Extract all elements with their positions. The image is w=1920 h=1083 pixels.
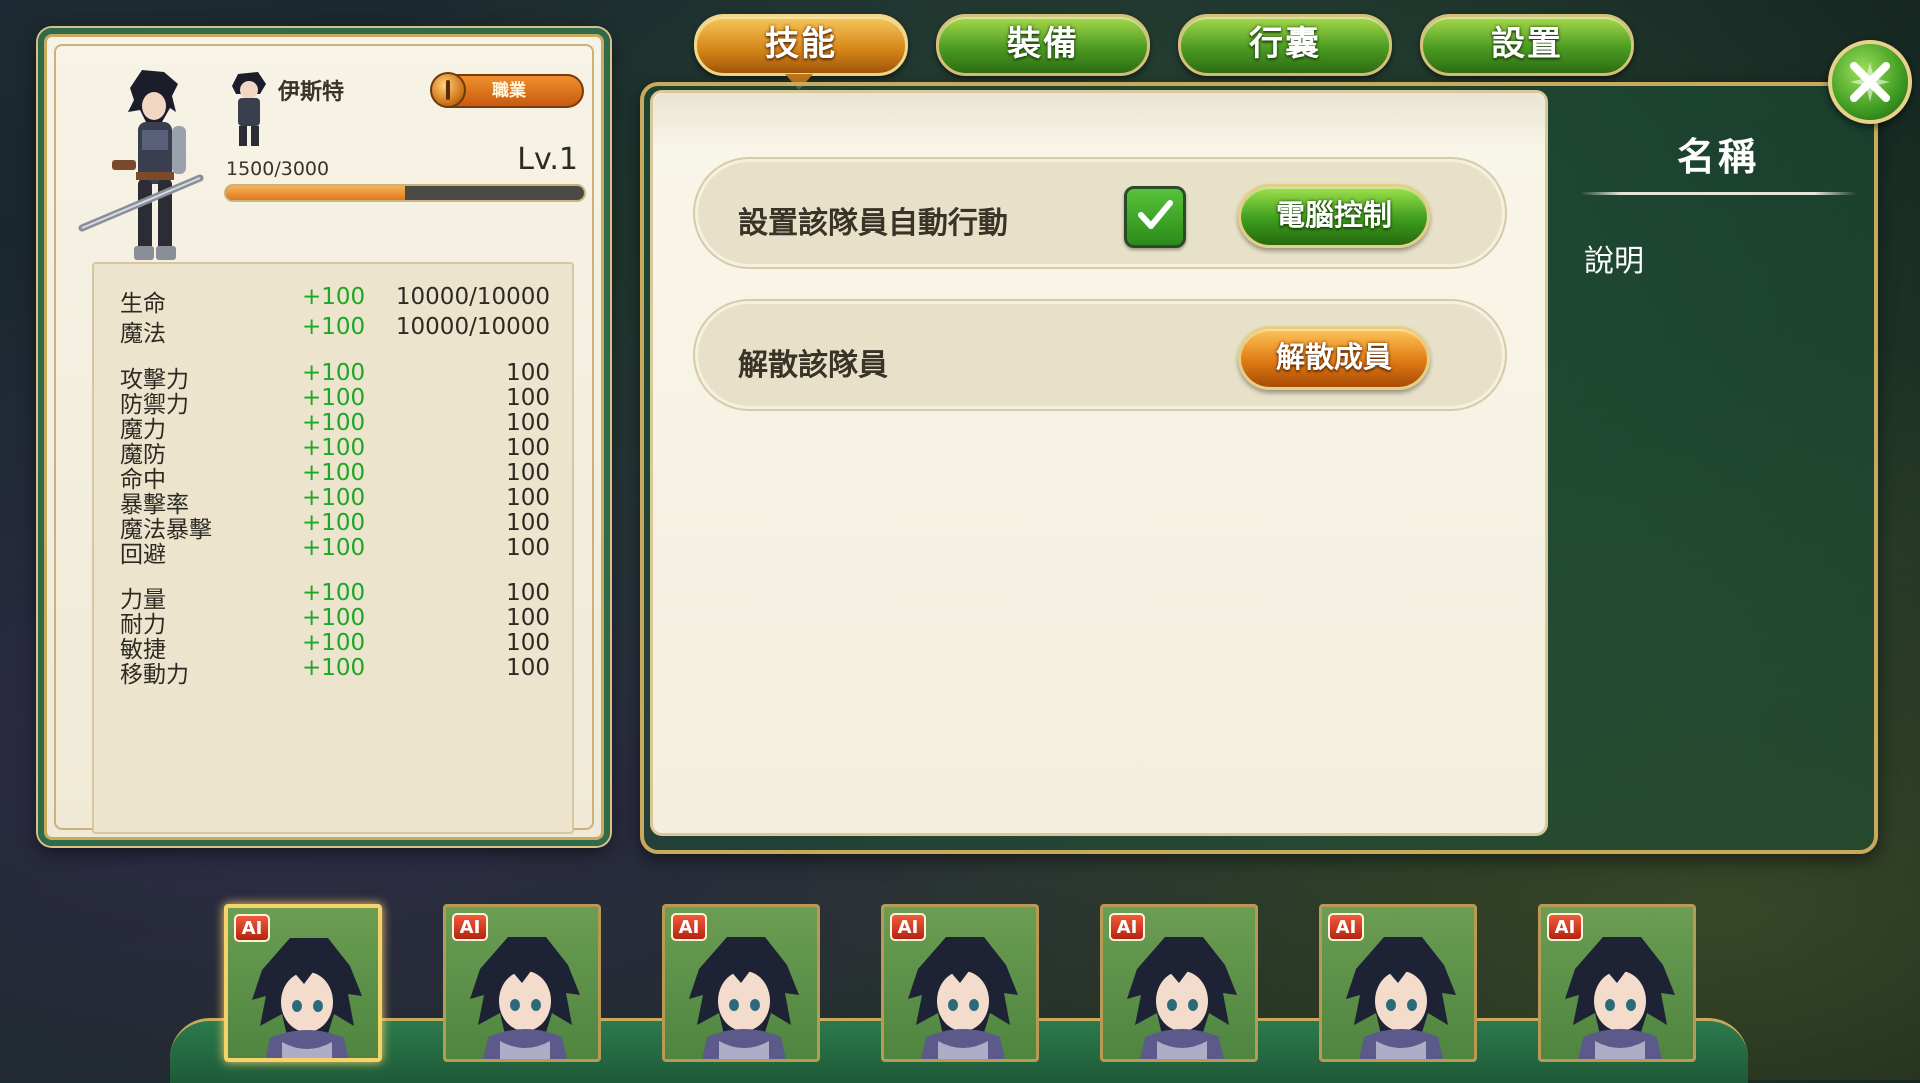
- member-portrait: [470, 937, 580, 1059]
- party-member-slot[interactable]: AI: [881, 904, 1039, 1062]
- stat-bonus: +100: [302, 360, 366, 386]
- character-mini-sprite: [232, 72, 266, 146]
- auto-action-label: 設置該隊員自動行動: [738, 206, 1008, 241]
- close-icon: [1850, 62, 1890, 102]
- character-sprite: [78, 70, 204, 260]
- stat-bonus: +100: [302, 485, 366, 511]
- stat-value: 100: [506, 410, 550, 436]
- party-member-slot[interactable]: AI: [662, 904, 820, 1062]
- stat-bonus: +100: [302, 535, 366, 561]
- sword-icon: [430, 72, 466, 108]
- stat-bonus: +100: [302, 605, 366, 631]
- info-title: 名稱: [1676, 135, 1759, 179]
- party-member-slot[interactable]: AI: [224, 904, 382, 1062]
- stat-value: 100: [506, 385, 550, 411]
- party-member-slot[interactable]: AI: [443, 904, 601, 1062]
- stat-bonus: +100: [302, 655, 366, 681]
- ai-badge: AI: [1328, 913, 1364, 941]
- member-portrait: [1127, 937, 1237, 1059]
- stat-bonus: +100: [302, 460, 366, 486]
- ai-badge: AI: [1547, 913, 1583, 941]
- stat-bonus: +100: [302, 385, 366, 411]
- stat-label: 回避: [120, 542, 166, 568]
- stat-value: 100: [506, 605, 550, 631]
- stat-label: 移動力: [120, 662, 189, 688]
- party-member-slot[interactable]: AI: [1538, 904, 1696, 1062]
- exp-text: 1500/3000: [226, 158, 330, 180]
- stat-bonus: +100: [302, 314, 366, 340]
- ai-badge: AI: [452, 913, 488, 941]
- stat-row: 生命 +100 10000/10000: [120, 284, 550, 317]
- stat-value: 100: [506, 510, 550, 536]
- member-portrait: [689, 937, 799, 1059]
- tab-equipment[interactable]: 裝備: [936, 14, 1150, 76]
- ai-badge: AI: [1109, 913, 1145, 941]
- member-portrait: [908, 937, 1018, 1059]
- stat-bonus: +100: [302, 630, 366, 656]
- stat-row: 移動力 +100 100: [120, 655, 550, 688]
- stat-value: 10000/10000: [395, 314, 550, 340]
- exp-bar: [224, 184, 586, 202]
- tab-settings[interactable]: 設置: [1420, 14, 1634, 76]
- stat-value: 100: [506, 655, 550, 681]
- stat-bonus: +100: [302, 410, 366, 436]
- stat-value: 100: [506, 460, 550, 486]
- stat-value: 100: [506, 630, 550, 656]
- member-portrait: [1346, 937, 1456, 1059]
- level-text: Lv.1: [517, 142, 578, 177]
- stat-value: 100: [506, 435, 550, 461]
- auto-action-checkbox[interactable]: [1124, 186, 1186, 248]
- info-divider: [1580, 192, 1856, 195]
- dismiss-member-button[interactable]: 解散成員: [1238, 326, 1430, 390]
- settings-header-decoration: [653, 93, 1545, 149]
- ai-badge: AI: [890, 913, 926, 941]
- ai-badge: AI: [234, 914, 270, 942]
- stats-list: 生命 +100 10000/10000 魔法 +100 10000/10000 攻擊力 +10…: [92, 262, 574, 834]
- job-label: 職業: [492, 81, 526, 101]
- stat-value: 10000/10000: [395, 284, 550, 310]
- stat-row: 魔法 +100 10000/10000: [120, 314, 550, 347]
- stat-value: 100: [506, 360, 550, 386]
- character-panel: 伊斯特 職業 1500/3000 Lv.1 生命 +100 10000/10000 魔…: [38, 28, 610, 846]
- tab-inventory[interactable]: 行囊: [1178, 14, 1392, 76]
- info-description: 說明: [1584, 244, 1644, 279]
- party-member-slot[interactable]: AI: [1319, 904, 1477, 1062]
- stat-label: 魔法: [120, 321, 166, 347]
- stat-value: 100: [506, 535, 550, 561]
- job-badge[interactable]: 職業: [430, 72, 584, 108]
- auto-action-row: 設置該隊員自動行動 電腦控制: [695, 159, 1505, 267]
- ai-control-button[interactable]: 電腦控制: [1238, 184, 1430, 248]
- ai-badge: AI: [671, 913, 707, 941]
- settings-panel: 設置該隊員自動行動 電腦控制 解散該隊員 解散成員: [650, 90, 1548, 836]
- stat-value: 100: [506, 580, 550, 606]
- member-portrait: [252, 938, 362, 1058]
- stat-value: 100: [506, 485, 550, 511]
- dismiss-row: 解散該隊員 解散成員: [695, 301, 1505, 409]
- close-button[interactable]: [1828, 40, 1912, 124]
- check-icon: [1138, 200, 1173, 229]
- stat-bonus: +100: [302, 284, 366, 310]
- party-member-slot[interactable]: AI: [1100, 904, 1258, 1062]
- stat-row: 回避 +100 100: [120, 535, 550, 568]
- tab-skills[interactable]: 技能: [694, 14, 908, 76]
- character-name: 伊斯特: [278, 80, 345, 105]
- exp-bar-fill: [226, 186, 405, 200]
- member-portrait: [1565, 937, 1675, 1059]
- stat-bonus: +100: [302, 580, 366, 606]
- stat-bonus: +100: [302, 510, 366, 536]
- stat-bonus: +100: [302, 435, 366, 461]
- stat-label: 生命: [120, 291, 166, 317]
- dismiss-label: 解散該隊員: [738, 348, 888, 383]
